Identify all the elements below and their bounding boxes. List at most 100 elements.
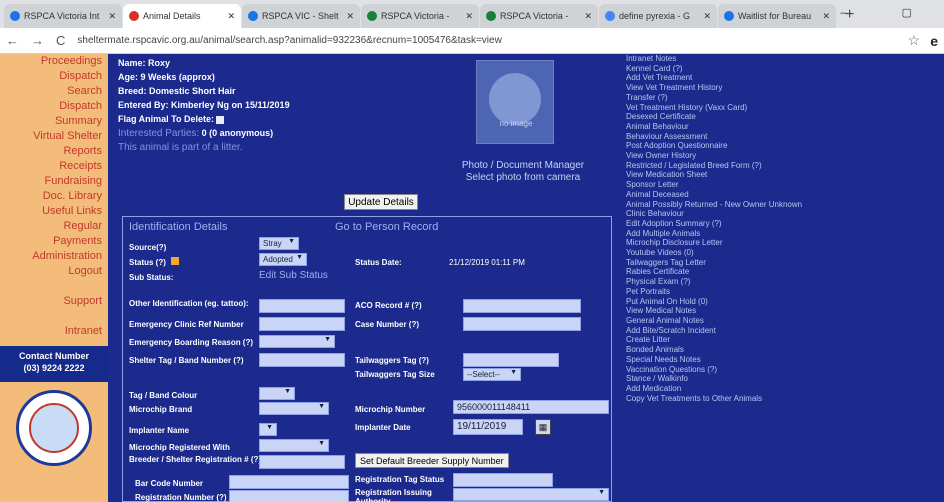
microchip-number-input[interactable]: 956000011148411: [453, 400, 609, 414]
leftnav-link[interactable]: Administration: [0, 249, 108, 264]
action-link[interactable]: Vaccination Questions (?): [626, 365, 944, 375]
source-select[interactable]: Stray ▼: [259, 237, 299, 250]
edit-sub-status-link[interactable]: Edit Sub Status: [259, 271, 328, 281]
action-link[interactable]: General Animal Notes: [626, 316, 944, 326]
browser-tab[interactable]: RSPCA Victoria - ✕: [480, 4, 598, 28]
forward-icon[interactable]: →: [31, 33, 44, 48]
leftnav-link[interactable]: Fundraising: [0, 174, 108, 189]
barcode-input[interactable]: [229, 475, 349, 489]
back-icon[interactable]: ←: [6, 33, 19, 48]
microchip-brand-select[interactable]: ▼: [259, 402, 329, 415]
leftnav-link[interactable]: Useful Links: [0, 204, 108, 219]
browser-tab[interactable]: RSPCA Victoria - ✕: [361, 4, 479, 28]
leftnav-link[interactable]: Dispatch: [0, 69, 108, 84]
action-link[interactable]: Add Medication: [626, 384, 944, 394]
action-link[interactable]: Vet Treatment History (Vaxx Card): [626, 103, 944, 113]
reg-tag-status-input[interactable]: [453, 473, 553, 487]
microchip-registered-select[interactable]: ▼: [259, 439, 329, 452]
tag-colour-select[interactable]: ▼: [259, 387, 295, 400]
action-link[interactable]: View Medical Notes: [626, 306, 944, 316]
action-link[interactable]: Add Multiple Animals: [626, 229, 944, 239]
window-controls[interactable]: – ▢: [840, 6, 938, 19]
action-link[interactable]: Edit Adoption Summary (?): [626, 219, 944, 229]
breeder-registration-input[interactable]: [259, 455, 345, 469]
leftnav-link[interactable]: Regular: [0, 219, 108, 234]
action-link[interactable]: Special Needs Notes: [626, 355, 944, 365]
tab-close-icon[interactable]: ✕: [580, 11, 592, 22]
photo-placeholder[interactable]: no image: [476, 60, 554, 144]
photo-document-manager-link[interactable]: Photo / Document Manager: [458, 160, 588, 172]
action-link[interactable]: View Vet Treatment History: [626, 83, 944, 93]
browser-tab[interactable]: Waitlist for Bureau ✕: [718, 4, 836, 28]
tab-close-icon[interactable]: ✕: [699, 11, 711, 22]
action-link[interactable]: Pet Portraits: [626, 287, 944, 297]
tailwaggers-size-select[interactable]: --Select-- ▼: [463, 368, 521, 381]
action-link[interactable]: Tailwaggers Tag Letter: [626, 258, 944, 268]
litter-note[interactable]: This animal is part of a litter.: [118, 141, 290, 155]
leftnav-link[interactable]: Intranet: [0, 324, 108, 339]
tab-close-icon[interactable]: ✕: [104, 11, 116, 22]
action-link[interactable]: Desexed Certificate: [626, 112, 944, 122]
implanter-date-input[interactable]: 19/11/2019: [453, 419, 523, 435]
action-link[interactable]: View Medication Sheet: [626, 170, 944, 180]
leftnav-link[interactable]: Search: [0, 84, 108, 99]
leftnav-link[interactable]: [0, 309, 108, 324]
leftnav-link[interactable]: Doc. Library: [0, 189, 108, 204]
leftnav-link[interactable]: Reports: [0, 144, 108, 159]
select-photo-link[interactable]: Select photo from camera: [458, 172, 588, 184]
tab-close-icon[interactable]: ✕: [223, 11, 235, 22]
browser-tab[interactable]: RSPCA Victoria Int ✕: [4, 4, 122, 28]
calendar-icon[interactable]: ▦: [535, 419, 551, 435]
action-link[interactable]: Create Litter: [626, 335, 944, 345]
case-number-input[interactable]: [463, 317, 581, 331]
leftnav-link[interactable]: Logout: [0, 264, 108, 279]
tab-close-icon[interactable]: ✕: [342, 11, 354, 22]
emergency-boarding-select[interactable]: ▼: [259, 335, 335, 348]
action-link[interactable]: Add Bite/Scratch Incident: [626, 326, 944, 336]
leftnav-link[interactable]: Payments: [0, 234, 108, 249]
other-id-input[interactable]: [259, 299, 345, 313]
leftnav-link[interactable]: Virtual Shelter: [0, 129, 108, 144]
leftnav-link[interactable]: Receipts: [0, 159, 108, 174]
browser-tab[interactable]: RSPCA VIC - Shelt ✕: [242, 4, 360, 28]
leftnav-link[interactable]: Dispatch: [0, 99, 108, 114]
action-link[interactable]: Restricted / Legislated Breed Form (?): [626, 161, 944, 171]
action-link[interactable]: Intranet Notes: [626, 54, 944, 64]
action-link[interactable]: Youtube Videos (0): [626, 248, 944, 258]
tab-close-icon[interactable]: ✕: [818, 11, 830, 22]
action-link[interactable]: Add Vet Treatment: [626, 73, 944, 83]
action-link[interactable]: Sponsor Letter: [626, 180, 944, 190]
action-link[interactable]: Transfer (?): [626, 93, 944, 103]
implanter-name-select[interactable]: ▼: [259, 423, 277, 436]
shelter-tag-input[interactable]: [259, 353, 345, 367]
set-default-breeder-button[interactable]: Set Default Breeder Supply Number: [355, 453, 509, 468]
leftnav-link[interactable]: [0, 279, 108, 294]
url-field[interactable]: sheltermate.rspcavic.org.au/animal/searc…: [77, 35, 897, 46]
reg-issuing-select[interactable]: ▼: [453, 488, 609, 501]
emergency-clinic-input[interactable]: [259, 317, 345, 331]
action-link[interactable]: Physical Exam (?): [626, 277, 944, 287]
action-link[interactable]: Put Animal On Hold (0): [626, 297, 944, 307]
action-link[interactable]: Rabies Certificate: [626, 267, 944, 277]
reload-icon[interactable]: C: [56, 33, 65, 48]
action-link[interactable]: Animal Behaviour: [626, 122, 944, 132]
action-link[interactable]: Kennel Card (?): [626, 64, 944, 74]
action-link[interactable]: View Owner History: [626, 151, 944, 161]
reg-number-input[interactable]: [229, 490, 349, 502]
leftnav-link[interactable]: Summary: [0, 114, 108, 129]
action-link[interactable]: Stance / Walkinfo: [626, 374, 944, 384]
action-link[interactable]: Clinic Behaviour: [626, 209, 944, 219]
bookmark-star-icon[interactable]: ☆: [908, 32, 921, 49]
flag-delete-checkbox[interactable]: [216, 115, 225, 124]
browser-tab[interactable]: define pyrexia - G ✕: [599, 4, 717, 28]
aco-input[interactable]: [463, 299, 581, 313]
action-link[interactable]: Microchip Disclosure Letter: [626, 238, 944, 248]
action-link[interactable]: Bonded Animals: [626, 345, 944, 355]
action-link[interactable]: Animal Possibly Returned - New Owner Unk…: [626, 200, 944, 210]
interested-value[interactable]: 0 (0 anonymous): [202, 128, 274, 138]
leftnav-link[interactable]: Support: [0, 294, 108, 309]
tab-close-icon[interactable]: ✕: [461, 11, 473, 22]
browser-tab[interactable]: Animal Details ✕: [123, 4, 241, 28]
goto-person-link[interactable]: Go to Person Record: [335, 221, 438, 233]
action-link[interactable]: Behaviour Assessment: [626, 132, 944, 142]
